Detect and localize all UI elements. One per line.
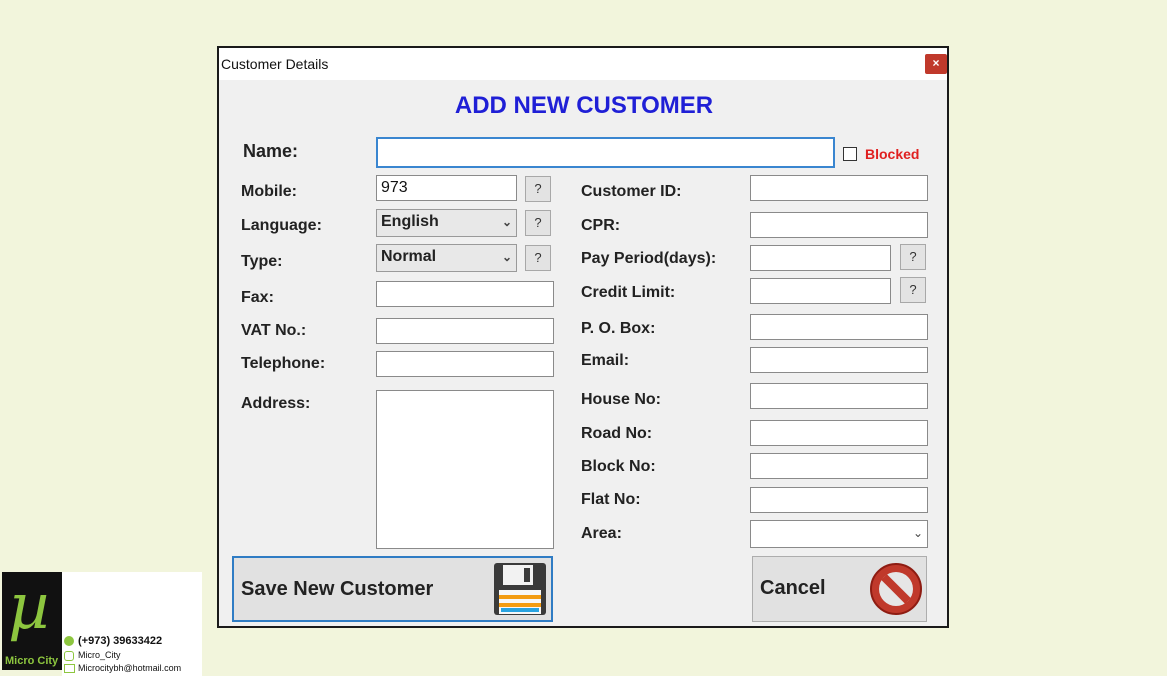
cpr-input[interactable] bbox=[750, 212, 928, 238]
form-heading: ADD NEW CUSTOMER bbox=[454, 92, 714, 119]
chevron-down-icon: ⌄ bbox=[501, 250, 512, 264]
email-input[interactable] bbox=[750, 347, 928, 373]
logo-text: Micro City bbox=[5, 655, 59, 667]
vat-input[interactable] bbox=[376, 318, 554, 344]
logo-mark: µ bbox=[8, 570, 50, 644]
credit-limit-label: Credit Limit: bbox=[581, 284, 676, 301]
whatsapp-icon bbox=[64, 636, 74, 646]
flat-no-input[interactable] bbox=[750, 487, 928, 513]
micro-city-logo: µ Micro City bbox=[2, 570, 62, 670]
vat-label: VAT No.: bbox=[241, 322, 307, 339]
type-value: Normal bbox=[381, 248, 437, 265]
credit-limit-input[interactable] bbox=[750, 278, 891, 304]
language-value: English bbox=[381, 213, 439, 230]
pay-period-input[interactable] bbox=[750, 245, 891, 271]
po-box-input[interactable] bbox=[750, 314, 928, 340]
pay-period-label: Pay Period(days): bbox=[581, 250, 717, 267]
telephone-input[interactable] bbox=[376, 351, 554, 377]
mobile-help-button[interactable]: ? bbox=[525, 176, 551, 202]
save-new-customer-button[interactable]: Save New Customer bbox=[232, 556, 553, 622]
language-label: Language: bbox=[241, 217, 322, 234]
contact-panel: (+973) 39633422 Micro_City Microcitybh@h… bbox=[62, 572, 202, 676]
customer-id-input[interactable] bbox=[750, 175, 928, 201]
address-label: Address: bbox=[241, 395, 311, 412]
cancel-button[interactable]: Cancel bbox=[752, 556, 927, 622]
blocked-checkbox[interactable] bbox=[843, 147, 857, 161]
customer-details-window: Customer Details × ADD NEW CUSTOMER Name… bbox=[217, 46, 949, 628]
block-no-input[interactable] bbox=[750, 453, 928, 479]
pay-period-help-button[interactable]: ? bbox=[900, 244, 926, 270]
mobile-input[interactable] bbox=[376, 175, 517, 201]
po-box-label: P. O. Box: bbox=[581, 320, 656, 337]
type-help-button[interactable]: ? bbox=[525, 245, 551, 271]
contact-phone: (+973) 39633422 bbox=[78, 635, 163, 647]
chevron-down-icon: ⌄ bbox=[912, 526, 923, 540]
house-no-input[interactable] bbox=[750, 383, 928, 409]
flat-no-label: Flat No: bbox=[581, 491, 641, 508]
cancel-icon bbox=[870, 563, 922, 615]
fax-label: Fax: bbox=[241, 289, 274, 306]
telephone-label: Telephone: bbox=[241, 355, 326, 372]
block-no-label: Block No: bbox=[581, 458, 656, 475]
cpr-label: CPR: bbox=[581, 217, 621, 234]
contact-instagram: Micro_City bbox=[78, 650, 121, 660]
cancel-button-label: Cancel bbox=[760, 577, 826, 599]
language-select[interactable]: English ⌄ bbox=[376, 209, 517, 237]
road-no-input[interactable] bbox=[750, 420, 928, 446]
type-select[interactable]: Normal ⌄ bbox=[376, 244, 517, 272]
house-no-label: House No: bbox=[581, 391, 661, 408]
type-label: Type: bbox=[241, 253, 283, 270]
blocked-label: Blocked bbox=[865, 146, 920, 162]
mobile-label: Mobile: bbox=[241, 183, 297, 200]
customer-id-label: Customer ID: bbox=[581, 183, 682, 200]
title-bar: Customer Details × bbox=[219, 48, 947, 80]
window-title: Customer Details bbox=[221, 56, 329, 72]
name-label: Name: bbox=[243, 141, 299, 161]
area-select[interactable]: ⌄ bbox=[750, 520, 928, 548]
instagram-icon bbox=[64, 651, 74, 661]
road-no-label: Road No: bbox=[581, 425, 653, 442]
credit-limit-help-button[interactable]: ? bbox=[900, 277, 926, 303]
address-textarea[interactable] bbox=[376, 390, 554, 549]
language-help-button[interactable]: ? bbox=[525, 210, 551, 236]
name-input[interactable] bbox=[376, 137, 835, 168]
fax-input[interactable] bbox=[376, 281, 554, 307]
email-icon bbox=[64, 664, 75, 673]
close-button[interactable]: × bbox=[925, 54, 947, 74]
floppy-disk-icon bbox=[494, 563, 546, 615]
chevron-down-icon: ⌄ bbox=[501, 215, 512, 229]
contact-email: Microcitybh@hotmail.com bbox=[78, 663, 182, 673]
email-label: Email: bbox=[581, 352, 630, 369]
area-label: Area: bbox=[581, 525, 622, 542]
save-button-label: Save New Customer bbox=[241, 578, 434, 600]
